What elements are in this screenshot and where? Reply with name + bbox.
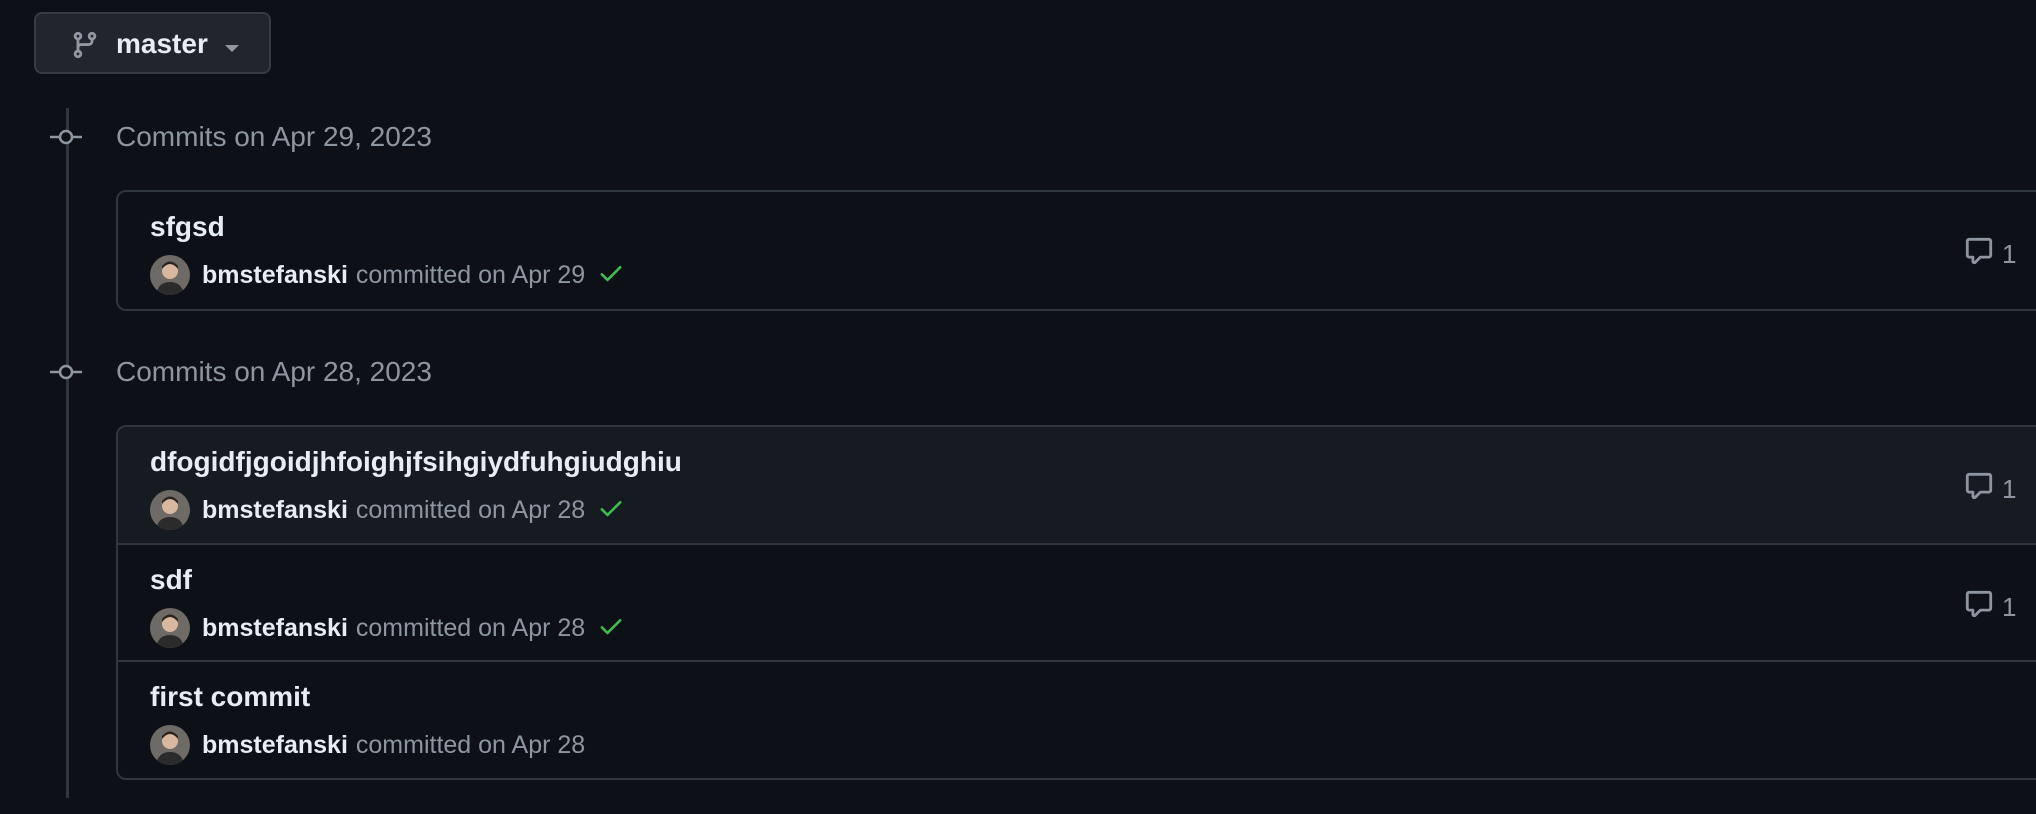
avatar[interactable] <box>150 608 190 648</box>
git-branch-icon <box>70 30 100 65</box>
branch-selector-button[interactable]: master <box>34 12 271 74</box>
comment-icon <box>1964 236 1994 273</box>
commit-row[interactable]: first commit bmstefanski committed on Ap… <box>118 660 2036 777</box>
commit-list: sfgsd bmstefanski committed on Apr 29 1 <box>116 190 2036 311</box>
commit-author-link[interactable]: bmstefanski <box>202 731 348 760</box>
comment-count: 1 <box>2002 239 2017 269</box>
comments-link[interactable]: 1 <box>1964 471 2016 508</box>
commit-row[interactable]: dfogidfjgoidjhfoighjfsihgiydfuhgiudghiu … <box>118 427 2036 543</box>
commit-message-link[interactable]: sfgsd <box>150 210 225 244</box>
comment-count: 1 <box>2002 592 2017 622</box>
commit-author-link[interactable]: bmstefanski <box>202 261 348 290</box>
commit-meta: bmstefanski committed on Apr 28 <box>150 607 625 649</box>
commit-group-date: Commits on Apr 29, 2023 <box>116 121 432 152</box>
commit-row[interactable]: sfgsd bmstefanski committed on Apr 29 1 <box>118 192 2036 308</box>
commit-row[interactable]: sdf bmstefanski committed on Apr 28 1 <box>118 543 2036 660</box>
commit-meta: bmstefanski committed on Apr 29 <box>150 254 625 296</box>
commit-group-date: Commits on Apr 28, 2023 <box>116 356 432 387</box>
check-icon[interactable] <box>597 612 625 645</box>
caret-down-icon <box>224 41 240 59</box>
comment-icon <box>1964 471 1994 508</box>
avatar[interactable] <box>150 490 190 530</box>
commit-date: committed on Apr 28 <box>355 613 586 642</box>
check-icon[interactable] <box>597 259 625 292</box>
git-commit-icon <box>48 359 84 390</box>
avatar[interactable] <box>150 255 190 295</box>
comment-icon <box>1964 589 1994 626</box>
comments-link[interactable]: 1 <box>1964 589 2016 626</box>
check-icon[interactable] <box>597 494 625 527</box>
commit-date: committed on Apr 29 <box>355 260 586 289</box>
comments-link[interactable]: 1 <box>1964 236 2016 273</box>
commit-message-link[interactable]: dfogidfjgoidjhfoighjfsihgiydfuhgiudghiu <box>150 445 682 479</box>
git-commit-icon <box>48 124 84 155</box>
avatar[interactable] <box>150 725 190 765</box>
commit-author-link[interactable]: bmstefanski <box>202 614 348 643</box>
comment-count: 1 <box>2002 474 2017 504</box>
commit-message-link[interactable]: first commit <box>150 680 310 714</box>
commit-date: committed on Apr 28 <box>355 495 586 524</box>
commit-message-link[interactable]: sdf <box>150 563 192 597</box>
commit-date: committed on Apr 28 <box>355 730 586 759</box>
branch-name: master <box>116 28 208 59</box>
commit-group-header: Commits on Apr 29, 2023 <box>0 118 2036 158</box>
commit-meta: bmstefanski committed on Apr 28 <box>150 724 597 766</box>
commit-group-header: Commits on Apr 28, 2023 <box>0 353 2036 393</box>
timeline-line <box>66 108 69 798</box>
commit-meta: bmstefanski committed on Apr 28 <box>150 489 625 531</box>
commit-author-link[interactable]: bmstefanski <box>202 496 348 525</box>
commit-list: dfogidfjgoidjhfoighjfsihgiydfuhgiudghiu … <box>116 425 2036 780</box>
